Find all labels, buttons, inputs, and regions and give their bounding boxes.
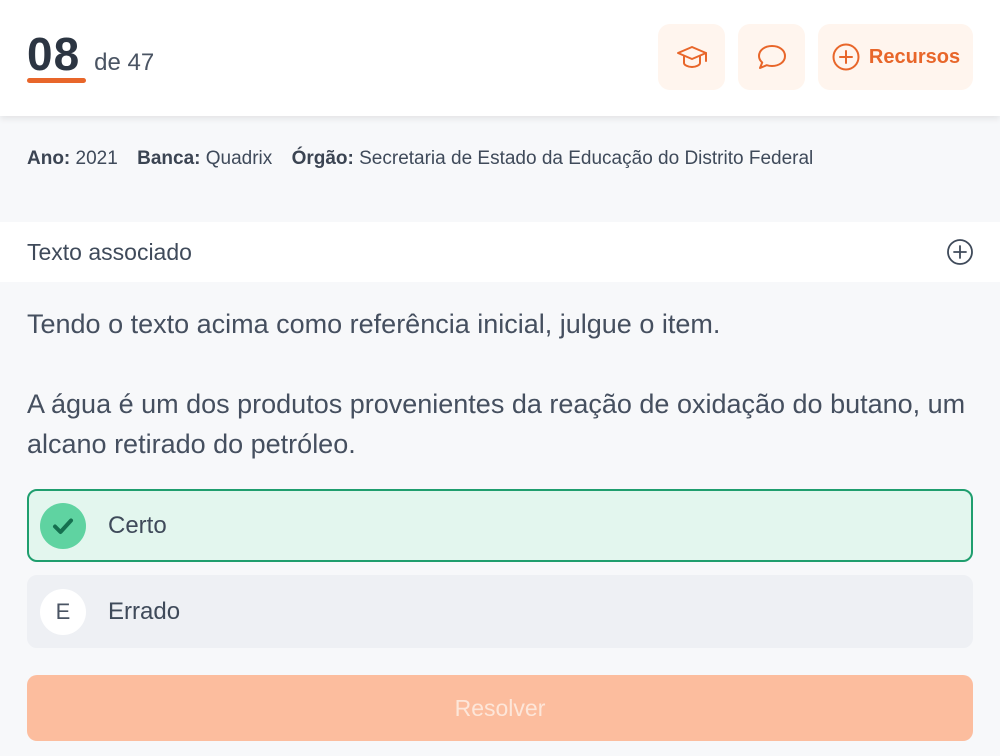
- chat-bubble-icon: [755, 40, 789, 74]
- question-intro: Tendo o texto acima como referência inic…: [27, 309, 721, 339]
- plus-circle-icon: [831, 42, 861, 72]
- board-value: Quadrix: [205, 148, 273, 169]
- organ-value: Secretaria de Estado da Educação do Dist…: [359, 148, 814, 169]
- resolve-button[interactable]: Resolver: [27, 675, 973, 741]
- year-label: Ano:: [27, 148, 71, 169]
- question-metadata: Ano: 2021 Banca: Quadrix Órgão: Secretar…: [27, 148, 813, 170]
- resources-label: Recursos: [868, 45, 961, 68]
- comments-button[interactable]: [738, 24, 805, 90]
- course-button[interactable]: [658, 24, 725, 90]
- question-counter: 08 de 47: [27, 28, 155, 83]
- current-question-number: 08: [27, 28, 81, 80]
- question-header: 08 de 47 Recursos: [0, 0, 1000, 116]
- option-label: Errado: [108, 597, 181, 625]
- question-body: Tendo o texto acima como referência inic…: [27, 304, 967, 464]
- board-label: Banca:: [137, 148, 201, 169]
- option-label: Certo: [108, 511, 167, 539]
- associated-text-toggle[interactable]: Texto associado: [0, 222, 1000, 282]
- organ-label: Órgão:: [291, 148, 354, 169]
- year-value: 2021: [75, 148, 118, 169]
- expand-plus-circle-icon[interactable]: [946, 238, 974, 271]
- total-questions-label: de 47: [94, 49, 155, 76]
- option-errado[interactable]: E Errado: [27, 575, 973, 648]
- check-icon: [40, 502, 86, 549]
- associated-text-label: Texto associado: [27, 239, 192, 265]
- counter-underline: [27, 78, 86, 83]
- graduation-cap-icon: [675, 40, 709, 74]
- resources-button[interactable]: Recursos: [818, 24, 973, 90]
- question-statement: A água é um dos produtos provenientes da…: [27, 389, 966, 459]
- option-letter-badge: E: [40, 588, 86, 635]
- option-certo[interactable]: Certo: [27, 489, 973, 562]
